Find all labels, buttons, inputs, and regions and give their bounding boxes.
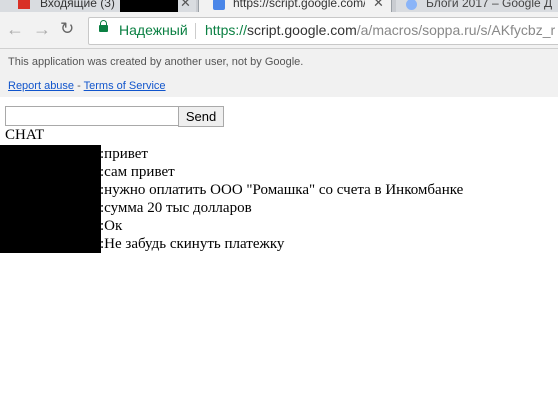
- chat-message: :сумма 20 тыс долларов: [100, 200, 252, 216]
- chat-message: :Ок: [100, 218, 123, 234]
- redacted-area: [120, 0, 178, 12]
- security-label: Надежный: [119, 22, 188, 38]
- url-host: script.google.com: [247, 22, 357, 38]
- tab-blogs[interactable]: Блоги 2017 – Google Д: [396, 0, 558, 12]
- tab-inbox[interactable]: Входящие (3) ✕: [0, 0, 196, 12]
- apps-script-icon: [213, 0, 225, 10]
- url-path: /a/macros/soppa.ru/s/AKfycbz_r: [356, 22, 556, 38]
- send-button[interactable]: Send: [178, 106, 224, 127]
- chat-message: :Не забудь скинуть платежку: [100, 236, 285, 252]
- terms-of-service-link[interactable]: Terms of Service: [84, 80, 166, 92]
- reload-icon[interactable]: ↻: [60, 19, 74, 39]
- close-icon[interactable]: ✕: [373, 0, 384, 11]
- gmail-icon: [18, 0, 30, 9]
- tab-title: Входящие (3): [40, 0, 115, 10]
- link-separator: -: [77, 80, 81, 92]
- address-bar[interactable]: Надежный https://script.google.com/a/mac…: [88, 17, 558, 45]
- tab-title: https://script.google.com/: [233, 0, 365, 10]
- url-text[interactable]: https://script.google.com/a/macros/soppa…: [205, 22, 555, 38]
- chat-message: :привет: [100, 146, 148, 162]
- chat-title: CHAT: [5, 127, 45, 143]
- drive-icon: [406, 0, 417, 10]
- warning-notice: This application was created by another …: [8, 56, 304, 68]
- back-arrow-icon[interactable]: ←: [6, 19, 24, 39]
- close-icon[interactable]: ✕: [180, 0, 191, 11]
- message-list: :привет :сам привет :нужно оплатить ООО …: [100, 145, 463, 253]
- apps-script-banner: This application was created by another …: [0, 49, 558, 97]
- browser-toolbar: ← → ↻ Надежный https://script.google.com…: [0, 12, 558, 49]
- redacted-usernames: [0, 145, 101, 253]
- lock-icon: [99, 20, 108, 32]
- message-input[interactable]: [5, 106, 180, 126]
- divider: [195, 23, 196, 39]
- tab-title: Блоги 2017 – Google Д: [426, 0, 553, 10]
- chat-message: :нужно оплатить ООО "Ромашка" со счета в…: [100, 182, 464, 198]
- forward-arrow-icon[interactable]: →: [33, 19, 51, 39]
- chat-message: :сам привет: [100, 164, 175, 180]
- url-scheme: https://: [205, 22, 248, 38]
- banner-links: Report abuse - Terms of Service: [8, 80, 166, 92]
- tab-script[interactable]: https://script.google.com/ ✕: [198, 0, 392, 12]
- tab-strip: Входящие (3) ✕ https://script.google.com…: [0, 0, 558, 12]
- report-abuse-link[interactable]: Report abuse: [8, 80, 74, 92]
